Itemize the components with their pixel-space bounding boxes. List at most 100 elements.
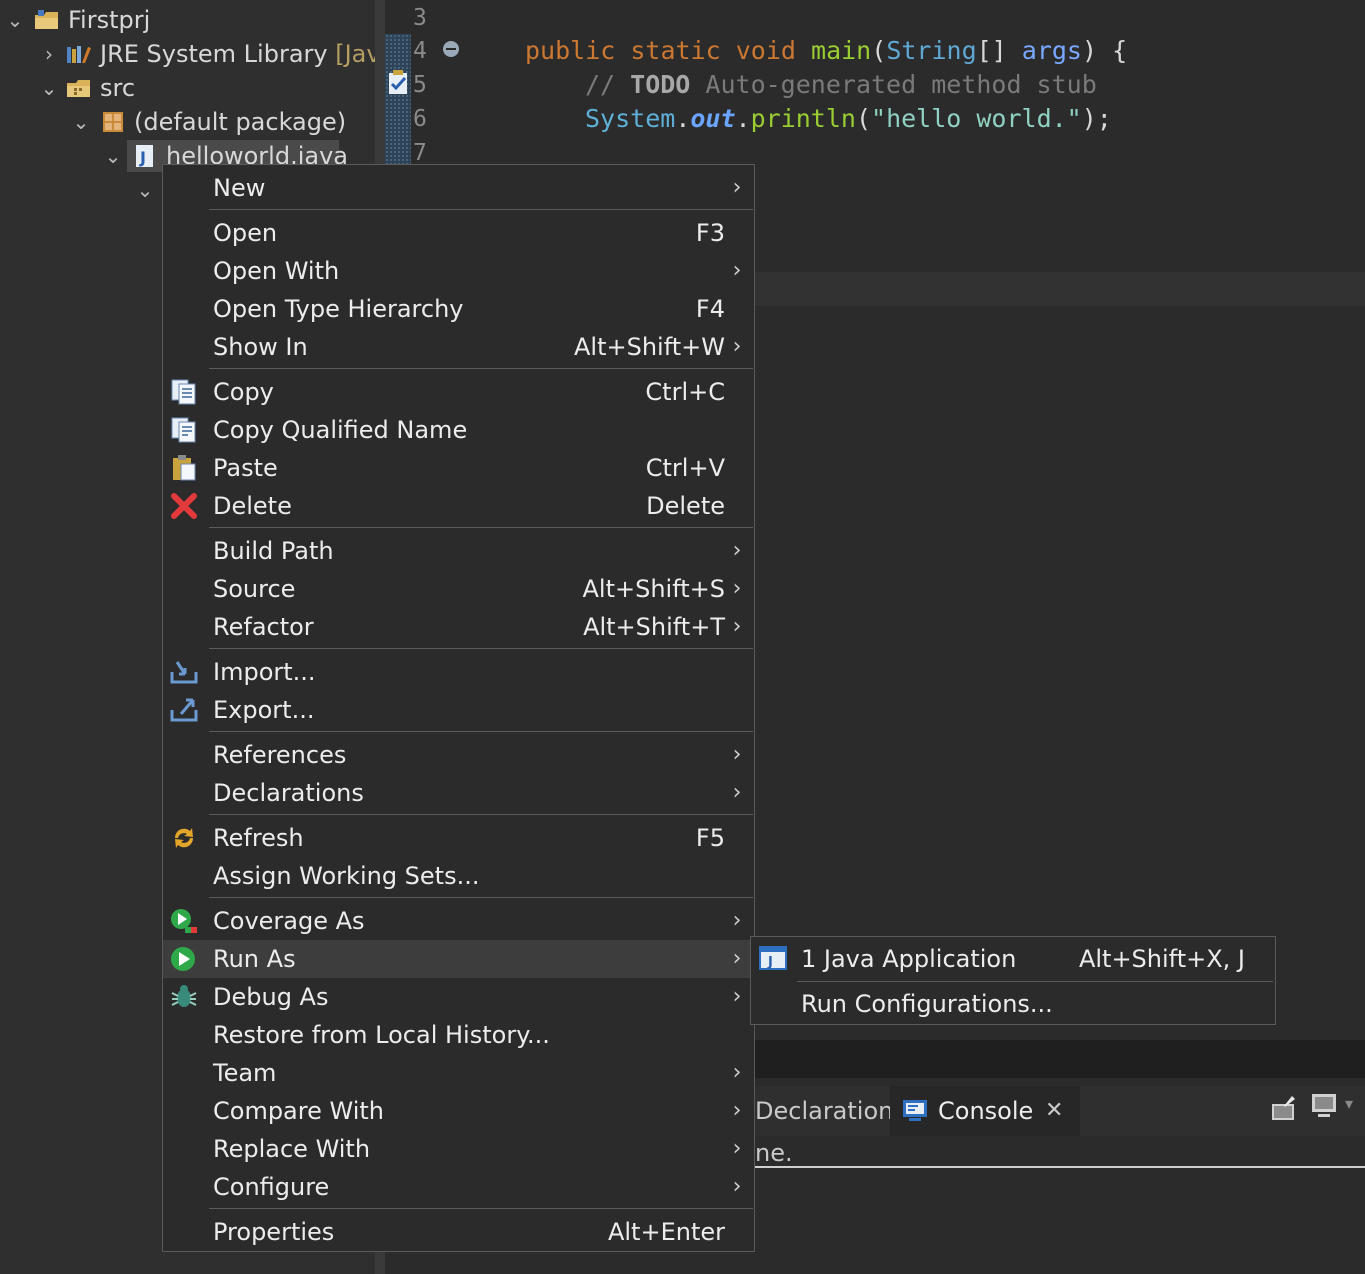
coverage-icon	[171, 909, 197, 933]
menu-item-shortcut: F4	[695, 295, 725, 323]
menu-item-shortcut: Alt+Shift+T	[583, 613, 725, 641]
menu-item-label: Run As	[213, 945, 296, 973]
parameter-name: args	[1021, 36, 1082, 65]
menu-item-label: References	[213, 741, 347, 769]
menu-item-label: Replace With	[213, 1135, 371, 1163]
comment: Auto-generated method stub	[690, 70, 1097, 99]
menu-item-properties[interactable]: Properties Alt+Enter	[163, 1213, 754, 1251]
copy-icon	[171, 379, 196, 405]
tab-declaration[interactable]: Declaration	[755, 1086, 894, 1136]
menu-item-refactor[interactable]: Refactor Alt+Shift+T ›	[163, 608, 754, 646]
line-number: 3	[413, 5, 427, 31]
chevron-right-icon[interactable]: ›	[38, 38, 60, 70]
submenu-item-shortcut: Alt+Shift+X, J	[1078, 945, 1245, 973]
chevron-right-icon: ›	[732, 984, 742, 1009]
console-divider	[755, 1166, 1365, 1168]
menu-item-label: Import...	[213, 658, 316, 686]
code-line-4[interactable]: public static void main(String[] args) {	[525, 34, 1127, 68]
keyword: public	[525, 36, 616, 65]
chevron-down-icon[interactable]: ⌄	[38, 72, 60, 104]
menu-item-open-with[interactable]: Open With ›	[163, 252, 754, 290]
chevron-down-icon[interactable]: ▾	[1345, 1094, 1353, 1113]
bottom-view-tabs: Declaration Console ✕ ▾	[755, 1086, 1365, 1136]
export-icon	[170, 698, 198, 722]
menu-item-source[interactable]: Source Alt+Shift+S ›	[163, 570, 754, 608]
submenu-item-run-configurations[interactable]: Run Configurations...	[751, 983, 1275, 1025]
menu-item-build-path[interactable]: Build Path ›	[163, 532, 754, 570]
menu-item-paste[interactable]: Paste Ctrl+V	[163, 449, 754, 487]
debug-icon	[171, 985, 197, 1007]
menu-item-compare-with[interactable]: Compare With ›	[163, 1092, 754, 1130]
menu-separator	[209, 814, 753, 815]
code-line-5[interactable]: // TODO Auto-generated method stub	[585, 68, 1097, 102]
menu-item-new[interactable]: New ›	[163, 169, 754, 207]
chevron-down-icon[interactable]: ⌄	[4, 4, 26, 36]
project-folder-icon	[35, 10, 58, 29]
menu-item-shortcut: Alt+Shift+W	[574, 333, 725, 361]
chevron-down-icon[interactable]: ⌄	[102, 140, 124, 172]
task-marker-icon	[389, 70, 407, 94]
display-console-icon[interactable]	[1310, 1092, 1338, 1120]
menu-item-debug-as[interactable]: Debug As ›	[163, 978, 754, 1016]
menu-item-configure[interactable]: Configure ›	[163, 1168, 754, 1206]
menu-item-replace-with[interactable]: Replace With ›	[163, 1130, 754, 1168]
menu-item-references[interactable]: References ›	[163, 736, 754, 774]
chevron-right-icon: ›	[732, 175, 742, 200]
menu-item-copy[interactable]: Copy Ctrl+C	[163, 373, 754, 411]
menu-item-copy-qualified-name[interactable]: Copy Qualified Name	[163, 411, 754, 449]
menu-item-restore-local-history[interactable]: Restore from Local History...	[163, 1016, 754, 1054]
console-text: ne.	[755, 1139, 793, 1167]
delete-icon	[171, 493, 197, 519]
tree-item-label: src	[100, 74, 136, 102]
menu-item-export[interactable]: Export...	[163, 691, 754, 729]
library-icon	[67, 46, 91, 63]
menu-item-show-in[interactable]: Show In Alt+Shift+W ›	[163, 328, 754, 366]
close-icon[interactable]: ✕	[1045, 1086, 1063, 1136]
menu-item-open[interactable]: Open F3	[163, 214, 754, 252]
chevron-right-icon: ›	[732, 258, 742, 283]
svg-text:J: J	[139, 148, 146, 167]
class-name: System	[585, 104, 676, 133]
panel-divider-bar	[755, 1040, 1365, 1078]
tree-item-firstprj[interactable]: ⌄ Firstprj	[0, 4, 375, 36]
package-icon	[103, 112, 123, 132]
fold-collapse-icon[interactable]	[442, 40, 460, 58]
menu-item-team[interactable]: Team ›	[163, 1054, 754, 1092]
console-output[interactable]: ne.	[755, 1136, 1365, 1274]
menu-item-label: Refresh	[213, 824, 304, 852]
menu-item-open-type-hierarchy[interactable]: Open Type Hierarchy F4	[163, 290, 754, 328]
chevron-right-icon: ›	[732, 908, 742, 933]
menu-item-label: Copy	[213, 378, 274, 406]
menu-item-label: Assign Working Sets...	[213, 862, 480, 890]
import-icon	[170, 661, 198, 684]
chevron-down-icon[interactable]: ⌄	[134, 174, 156, 206]
menu-item-refresh[interactable]: Refresh F5	[163, 819, 754, 857]
chevron-down-icon[interactable]: ⌄	[70, 106, 92, 138]
submenu-item-label: Run Configurations...	[801, 990, 1053, 1018]
pin-console-icon[interactable]	[1270, 1094, 1298, 1122]
menu-item-label: New	[213, 174, 266, 202]
tree-item-jre[interactable]: › JRE System Library [Java	[0, 38, 395, 70]
menu-item-coverage-as[interactable]: Coverage As ›	[163, 902, 754, 940]
menu-item-run-as[interactable]: Run As ›	[163, 940, 754, 978]
menu-item-label: Open Type Hierarchy	[213, 295, 464, 323]
menu-item-label: Source	[213, 575, 296, 603]
menu-item-import[interactable]: Import...	[163, 653, 754, 691]
method-name: main	[811, 36, 872, 65]
menu-item-delete[interactable]: Delete Delete	[163, 487, 754, 525]
copy-qualified-icon	[171, 417, 196, 443]
menu-item-label: Paste	[213, 454, 278, 482]
menu-item-declarations[interactable]: Declarations ›	[163, 774, 754, 812]
tab-label: Declaration	[755, 1097, 894, 1125]
submenu-item-java-application[interactable]: J 1 Java Application Alt+Shift+X, J	[751, 938, 1275, 980]
tree-item-src[interactable]: ⌄ src	[0, 72, 375, 104]
menu-item-label: Compare With	[213, 1097, 384, 1125]
comment: //	[585, 70, 631, 99]
tab-console[interactable]: Console ✕	[890, 1086, 1080, 1136]
chevron-right-icon: ›	[732, 780, 742, 805]
code-line-6[interactable]: System.out.println("hello world.");	[585, 102, 1112, 136]
menu-item-assign-working-sets[interactable]: Assign Working Sets...	[163, 857, 754, 895]
menu-separator	[209, 731, 753, 732]
tree-item-default-package[interactable]: ⌄ (default package)	[0, 106, 375, 138]
punctuation: (	[871, 36, 887, 65]
